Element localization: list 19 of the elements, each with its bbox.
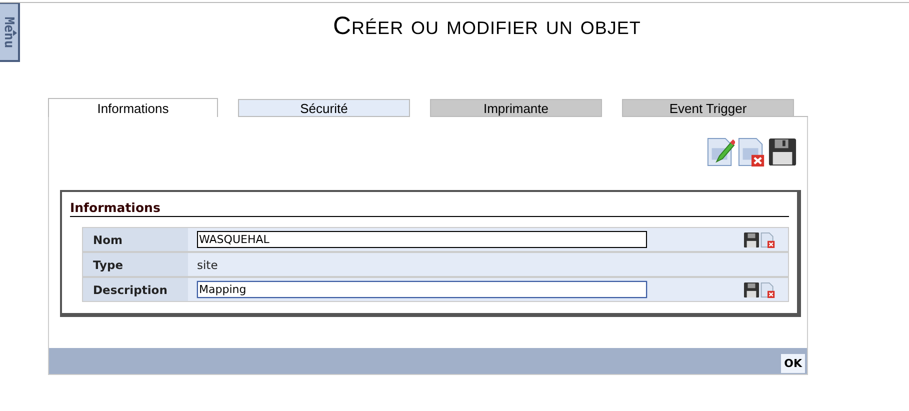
save-icon[interactable] — [744, 232, 759, 248]
edit-document-icon[interactable] — [706, 136, 735, 168]
ok-button[interactable]: OK — [781, 354, 805, 373]
page-title: Créer ou modifier un objet — [333, 11, 642, 42]
save-icon[interactable] — [768, 136, 797, 168]
field-label: Nom — [83, 228, 188, 251]
text-field[interactable]: Mapping — [197, 281, 647, 298]
field-value: site — [197, 258, 218, 272]
field-label: Description — [83, 278, 188, 301]
field-label: Type — [83, 253, 188, 276]
save-icon[interactable] — [744, 282, 759, 298]
text-field[interactable]: WASQUEHAL — [197, 231, 647, 248]
tab[interactable]: Sécurité — [238, 99, 410, 117]
delete-document-icon[interactable] — [737, 136, 766, 168]
delete-document-icon[interactable] — [760, 282, 775, 298]
menu-tab[interactable]: Menu — [0, 3, 20, 62]
tab[interactable]: Informations — [48, 98, 218, 117]
delete-document-icon[interactable] — [760, 232, 775, 248]
section-title: Informations — [70, 200, 789, 217]
